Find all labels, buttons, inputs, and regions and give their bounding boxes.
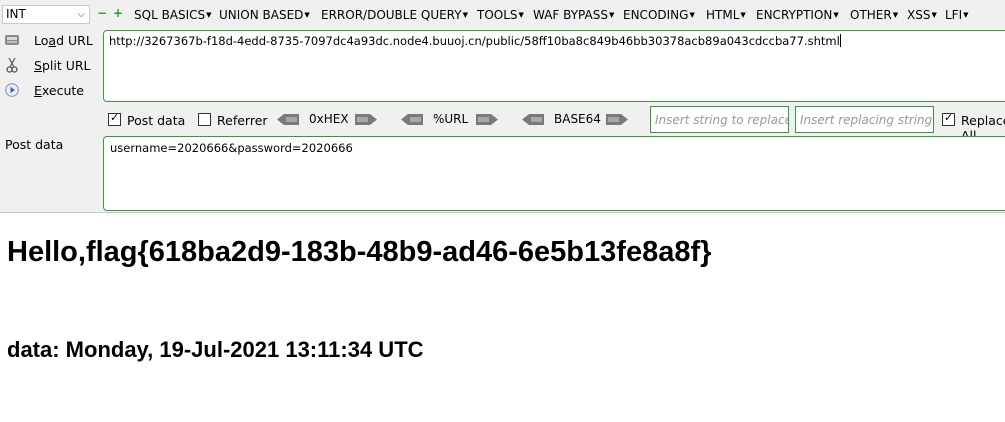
scissors-icon xyxy=(4,57,20,73)
menu-waf-bypass[interactable]: WAF BYPASS▼ xyxy=(533,8,614,22)
menu-tools[interactable]: TOOLS▼ xyxy=(477,8,524,22)
menu-lfi[interactable]: LFI▼ xyxy=(945,8,969,22)
injection-type-value: INT xyxy=(6,7,26,21)
base64-decode-arrow-icon[interactable] xyxy=(522,114,544,125)
play-icon xyxy=(4,82,20,98)
execute-label: Execute xyxy=(34,82,84,98)
split-url-button[interactable]: Split URL xyxy=(4,55,91,75)
page-heading: Hello,flag{618ba2d9-183b-48b9-ad46-6e5b1… xyxy=(7,236,712,268)
menu-encoding[interactable]: ENCODING▼ xyxy=(623,8,695,22)
chevron-down-icon: ⌵ xyxy=(77,9,85,20)
split-url-label: Split URL xyxy=(34,57,91,73)
minus-icon[interactable]: − xyxy=(97,7,107,19)
hex-label: 0xHEX xyxy=(309,112,349,126)
url-textarea[interactable]: http://3267367b-f18d-4edd-8735-7097dc4a9… xyxy=(103,30,1005,102)
post-data-checkbox[interactable] xyxy=(108,111,121,126)
referrer-checkbox[interactable] xyxy=(198,113,211,126)
menu-html[interactable]: HTML▼ xyxy=(706,8,746,22)
date-line: data: Monday, 19-Jul-2021 13:11:34 UTC xyxy=(7,337,424,362)
hex-encode-arrow-icon[interactable] xyxy=(355,114,377,125)
replacing-string-input[interactable]: Insert replacing string xyxy=(795,106,934,133)
plus-icon[interactable]: + xyxy=(113,7,123,19)
url-encode-label: %URL xyxy=(433,112,469,126)
post-data-checkbox-label: Post data xyxy=(127,113,186,128)
hex-decode-arrow-icon[interactable] xyxy=(277,114,299,125)
replace-string-input[interactable]: Insert string to replace xyxy=(650,106,789,133)
replacing-string-placeholder: Insert replacing string xyxy=(800,113,933,127)
hackbar-panel: INT ⌵ − + SQL BASICS▼ UNION BASED▼ ERROR… xyxy=(0,0,1005,213)
url-decode-arrow-icon[interactable] xyxy=(401,114,423,125)
menu-other[interactable]: OTHER▼ xyxy=(850,8,898,22)
menu-error-double-query[interactable]: ERROR/DOUBLE QUERY▼ xyxy=(321,8,468,22)
menu-sql-basics[interactable]: SQL BASICS▼ xyxy=(134,8,212,22)
menu-union-based[interactable]: UNION BASED▼ xyxy=(219,8,310,22)
load-url-icon xyxy=(4,32,20,48)
url-encode-arrow-icon[interactable] xyxy=(476,114,498,125)
post-data-label: Post data xyxy=(5,137,64,152)
execute-button[interactable]: Execute xyxy=(4,80,84,100)
post-data-value: username=2020666&password=2020666 xyxy=(110,141,353,155)
replace-all-checkbox[interactable] xyxy=(942,111,955,126)
injection-type-select[interactable]: INT ⌵ xyxy=(2,5,90,24)
menu-xss[interactable]: XSS▼ xyxy=(907,8,937,22)
load-url-label: Load URL xyxy=(34,32,93,48)
base64-encode-arrow-icon[interactable] xyxy=(606,114,628,125)
menu-encryption[interactable]: ENCRYPTION▼ xyxy=(756,8,839,22)
url-value: http://3267367b-f18d-4edd-8735-7097dc4a9… xyxy=(109,34,840,48)
referrer-checkbox-label: Referrer xyxy=(217,113,268,128)
text-cursor xyxy=(839,34,841,47)
base64-label: BASE64 xyxy=(554,112,601,126)
post-data-textarea[interactable]: username=2020666&password=2020666 xyxy=(103,136,1005,211)
load-url-button[interactable]: Load URL xyxy=(4,30,93,50)
replace-string-placeholder: Insert string to replace xyxy=(655,113,789,127)
